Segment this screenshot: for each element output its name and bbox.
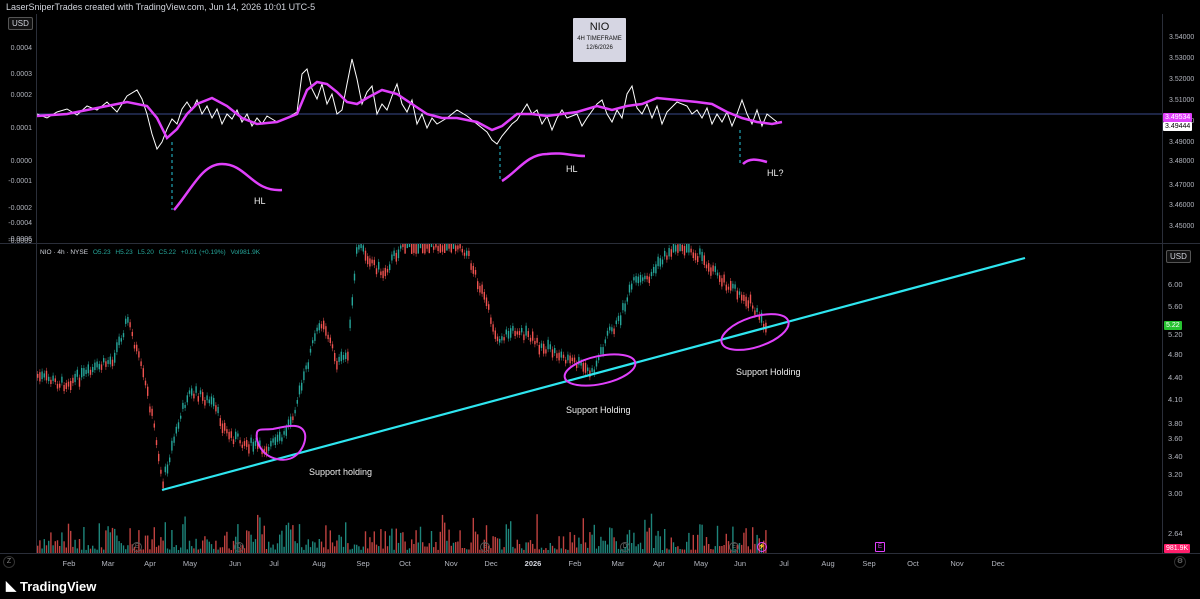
indicator-smoothed-line [37,80,783,141]
indicator-tick-left: 0.0002 [10,92,32,99]
indicator-currency-button[interactable]: USD [8,17,33,30]
indicator-white-line [37,58,778,151]
axis-divider [0,553,1200,554]
indicator-tick-right: 3.54000 [1169,34,1195,41]
price-tick: 2.64 [1168,529,1183,538]
indicator-value-badge-white: 3.49444 [1163,122,1193,131]
support-trendline [161,256,1026,492]
indicator-tick-right: 3.52000 [1169,76,1195,83]
zoom-reset-icon[interactable]: Z [3,556,15,568]
price-tick: 6.00 [1168,280,1183,289]
indicator-tick-left: 0.0000 [10,158,32,165]
indicator-tick-right: 3.51000 [1169,97,1195,104]
time-axis-label: May [182,559,198,568]
earnings-event-icon[interactable]: E [480,542,490,552]
indicator-tick-left: -0.0002 [8,205,32,212]
time-axis-label: Jul [779,559,789,568]
support-circle-2 [563,353,637,387]
indicator-tick-left: -0.0009 [8,238,32,245]
earnings-event-icon[interactable]: E [729,542,739,552]
price-tick: 3.60 [1168,434,1183,443]
indicator-tick-right: 3.46000 [1169,202,1195,209]
indicator-tick-right: 3.49000 [1169,139,1195,146]
indicator-tick-left: 0.0003 [10,71,32,78]
time-axis-label: Mar [611,559,625,568]
indicator-tick-right: 3.45000 [1169,223,1195,230]
right-axis-border [1162,14,1163,554]
time-axis-label: Apr [653,559,665,568]
earnings-event-icon[interactable]: E [132,542,142,552]
indicator-tick-left: -0.0004 [8,220,32,227]
tradingview-logo[interactable]: ◣ TradingView [6,578,96,594]
time-axis-label: Aug [312,559,326,568]
support-label-3: Support Holding [736,367,801,377]
brand-label: TradingView [20,578,97,594]
indicator-plot[interactable] [37,14,1162,243]
price-tick: 3.40 [1168,452,1183,461]
time-axis-label: Dec [991,559,1005,568]
time-axis-label: Jul [269,559,279,568]
time-axis-label: Jun [228,559,242,568]
time-axis-label: Nov [444,559,458,568]
hl-label-2: HL [566,164,578,174]
price-tick: 5.60 [1168,302,1183,311]
price-tick: 4.10 [1168,395,1183,404]
indicator-tick-left: -0.0001 [8,178,32,185]
price-currency-button[interactable]: USD [1166,250,1191,263]
time-axis-label: Sep [862,559,876,568]
tradingview-mark-icon: ◣ [6,578,16,593]
last-price-badge: 5.22 [1164,321,1182,330]
indicator-tick-left: 0.0001 [10,125,32,132]
dividend-event-icon[interactable]: D [234,542,244,552]
time-axis-label: Nov [950,559,964,568]
time-axis-label: May [693,559,709,568]
indicator-tick-left: 0.0004 [10,45,32,52]
price-tick: 4.40 [1168,373,1183,382]
price-tick: 5.20 [1168,330,1183,339]
price-tick: 4.80 [1168,350,1183,359]
time-axis-label: Oct [399,559,411,568]
drawings-overlay[interactable] [37,244,1162,553]
time-axis-label: Dec [484,559,498,568]
support-circle-1 [255,424,307,461]
time-axis-label: Sep [356,559,370,568]
indicator-tick-right: 3.47000 [1169,182,1195,189]
settings-gear-icon[interactable]: ⚙ [1174,556,1186,568]
time-axis-label: Feb [568,559,582,568]
dividend-event-icon[interactable]: D [620,542,630,552]
time-axis-label: Jun [733,559,747,568]
price-tick: 3.80 [1168,419,1183,428]
time-axis-label: Oct [907,559,919,568]
indicator-tick-right: 3.48000 [1169,158,1195,165]
indicator-value-badge-magenta: 3.49534 [1163,113,1193,122]
time-axis-label: Feb [62,559,76,568]
hl-label-1: HL [254,196,266,206]
flash-event-icon[interactable]: ⚡ [757,542,767,552]
time-axis-label: 2026 [524,559,542,568]
support-label-2: Support Holding [566,405,631,415]
indicator-tick-right: 3.53000 [1169,55,1195,62]
price-tick: 3.00 [1168,489,1183,498]
hl-label-3: HL? [767,168,784,178]
time-axis-label: Mar [101,559,115,568]
price-tick: 3.20 [1168,470,1183,479]
chart-credit: LaserSniperTrades created with TradingVi… [6,2,316,12]
support-label-1: Support holding [309,467,373,477]
support-circle-3 [720,313,790,351]
time-axis-label: Apr [144,559,156,568]
volume-badge: 981.9K [1164,544,1191,553]
earnings-event-icon[interactable]: E [875,542,885,552]
time-axis-label: Aug [821,559,835,568]
